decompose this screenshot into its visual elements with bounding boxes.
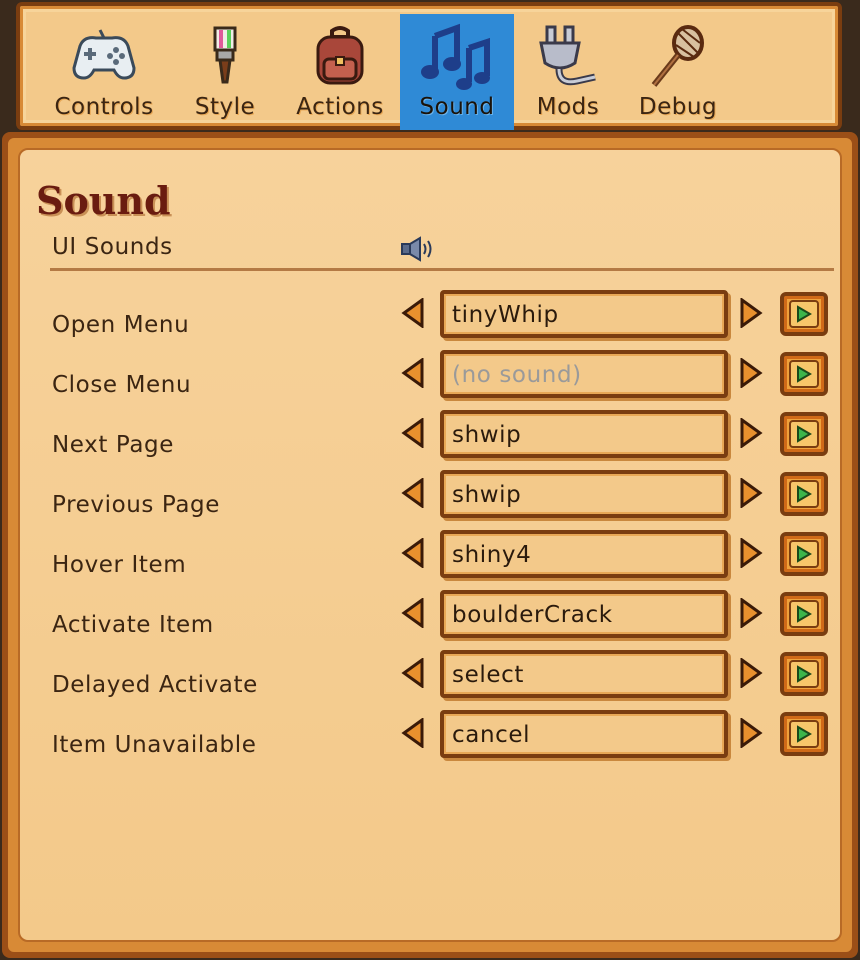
prev-arrow-icon[interactable] xyxy=(400,658,426,688)
next-arrow-icon[interactable] xyxy=(738,658,764,688)
play-icon xyxy=(789,360,819,388)
row-label: Item Unavailable xyxy=(52,732,257,758)
settings-panel: Sound UI Sounds Open Menu tinyWhip Close… xyxy=(2,132,858,958)
next-arrow-icon[interactable] xyxy=(738,538,764,568)
next-arrow-icon[interactable] xyxy=(738,718,764,748)
play-icon xyxy=(789,720,819,748)
next-arrow-icon[interactable] xyxy=(738,478,764,508)
play-sound-button[interactable] xyxy=(780,412,828,456)
sound-value-box[interactable]: shiny4 xyxy=(440,530,728,578)
tab-label: Sound xyxy=(419,94,495,120)
sound-value-box[interactable]: (no sound) xyxy=(440,350,728,398)
paintbrush-icon xyxy=(185,20,265,92)
play-sound-button[interactable] xyxy=(780,352,828,396)
play-icon xyxy=(789,600,819,628)
sound-value-box[interactable]: shwip xyxy=(440,410,728,458)
bug-net-icon xyxy=(638,20,718,92)
sound-value-box[interactable]: tinyWhip xyxy=(440,290,728,338)
next-arrow-icon[interactable] xyxy=(738,598,764,628)
speaker-icon[interactable] xyxy=(400,236,436,266)
play-icon xyxy=(789,420,819,448)
play-icon xyxy=(789,660,819,688)
play-icon xyxy=(789,540,819,568)
prev-arrow-icon[interactable] xyxy=(400,298,426,328)
tab-controls[interactable]: Controls xyxy=(42,14,166,130)
tab-actions[interactable]: Actions xyxy=(284,14,396,130)
tab-label: Mods xyxy=(536,94,600,120)
prev-arrow-icon[interactable] xyxy=(400,418,426,448)
play-icon xyxy=(789,300,819,328)
tab-sound[interactable]: Sound xyxy=(400,14,514,130)
row-label: Next Page xyxy=(52,432,174,458)
play-sound-button[interactable] xyxy=(780,472,828,516)
tab-label: Actions xyxy=(296,94,384,120)
play-sound-button[interactable] xyxy=(780,712,828,756)
ui-sounds-label: UI Sounds xyxy=(52,234,173,260)
prev-arrow-icon[interactable] xyxy=(400,718,426,748)
next-arrow-icon[interactable] xyxy=(738,298,764,328)
row-label: Open Menu xyxy=(52,312,190,338)
row-label: Close Menu xyxy=(52,372,192,398)
panel-content: Sound UI Sounds Open Menu tinyWhip Close… xyxy=(18,148,842,942)
play-icon xyxy=(789,480,819,508)
next-arrow-icon[interactable] xyxy=(738,418,764,448)
plug-icon xyxy=(528,20,608,92)
gamepad-icon xyxy=(64,20,144,92)
play-sound-button[interactable] xyxy=(780,652,828,696)
tab-mods[interactable]: Mods xyxy=(518,14,618,130)
row-label: Activate Item xyxy=(52,612,214,638)
page-title: Sound xyxy=(36,178,171,223)
tab-style[interactable]: Style xyxy=(170,14,280,130)
prev-arrow-icon[interactable] xyxy=(400,478,426,508)
tab-label: Debug xyxy=(638,94,718,120)
sound-value-box[interactable]: boulderCrack xyxy=(440,590,728,638)
prev-arrow-icon[interactable] xyxy=(400,538,426,568)
tab-label: Style xyxy=(194,94,256,120)
tab-bar: Controls Style Actions Sound Mods Debug xyxy=(16,2,842,130)
section-divider xyxy=(50,268,834,271)
tab-debug[interactable]: Debug xyxy=(622,14,734,130)
backpack-icon xyxy=(300,20,380,92)
prev-arrow-icon[interactable] xyxy=(400,598,426,628)
row-label: Delayed Activate xyxy=(52,672,258,698)
play-sound-button[interactable] xyxy=(780,532,828,576)
panel-frame: Sound UI Sounds Open Menu tinyWhip Close… xyxy=(8,138,852,952)
row-label: Previous Page xyxy=(52,492,220,518)
sound-value-box[interactable]: select xyxy=(440,650,728,698)
sound-value-box[interactable]: cancel xyxy=(440,710,728,758)
prev-arrow-icon[interactable] xyxy=(400,358,426,388)
next-arrow-icon[interactable] xyxy=(738,358,764,388)
row-label: Hover Item xyxy=(52,552,187,578)
music-notes-icon xyxy=(417,20,497,92)
play-sound-button[interactable] xyxy=(780,592,828,636)
sound-value-box[interactable]: shwip xyxy=(440,470,728,518)
play-sound-button[interactable] xyxy=(780,292,828,336)
tab-label: Controls xyxy=(54,94,154,120)
